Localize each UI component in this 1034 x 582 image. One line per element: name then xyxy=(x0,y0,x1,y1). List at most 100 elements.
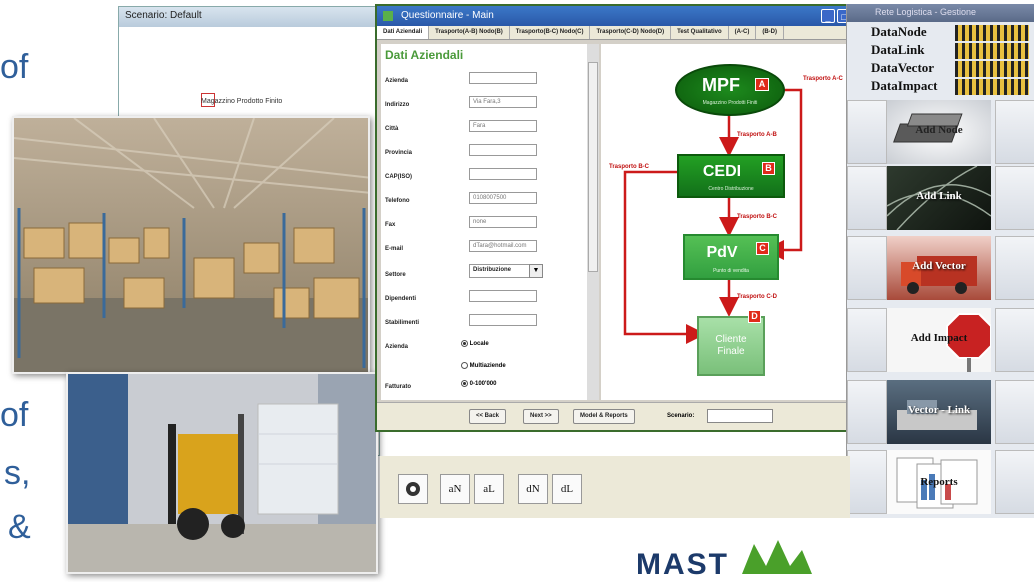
node-cedi[interactable]: CEDI B Centro Distribuzione xyxy=(677,154,785,198)
tab-test-qualitativo[interactable]: Test Qualitativo xyxy=(671,26,729,39)
field-label: Città xyxy=(385,126,399,132)
field-cap[interactable] xyxy=(469,168,537,180)
questionnaire-tabs: Dati Aziendali Trasporto(A-B) Nodo(B) Tr… xyxy=(377,26,871,40)
field-telefono[interactable]: 0108007500 xyxy=(469,192,537,204)
field-label: E-mail xyxy=(385,246,404,252)
next-button[interactable]: Next >> xyxy=(523,409,559,424)
slide-text-of-2: of xyxy=(0,396,29,434)
settore-select[interactable]: Distribuzione xyxy=(469,264,537,278)
field-email[interactable]: dTara@hotmail.com xyxy=(469,240,537,252)
app-icon xyxy=(383,11,393,21)
tab-bd[interactable]: (B-D) xyxy=(756,26,785,39)
add-impact-label: Add Impact xyxy=(910,332,968,344)
data-node-label[interactable]: DataNode xyxy=(871,24,927,40)
radio-selected-icon xyxy=(461,380,468,387)
side-panel xyxy=(847,100,887,164)
form-area: Dati Aziendali Azienda Indirizzo Via Far… xyxy=(381,44,587,400)
field-label: Indirizzo xyxy=(385,102,410,108)
node-badge-b: B xyxy=(762,162,775,175)
field-citta[interactable]: Fara xyxy=(469,120,537,132)
add-impact-button[interactable]: Add Impact xyxy=(887,308,991,372)
tab-ac[interactable]: (A-C) xyxy=(729,26,757,39)
delete-link-tool-button[interactable]: dL xyxy=(552,474,582,504)
side-panel xyxy=(847,380,887,444)
minimize-icon[interactable]: _ xyxy=(821,9,835,23)
field-label: Dipendenti xyxy=(385,296,416,302)
add-link-tool-button[interactable]: aL xyxy=(474,474,504,504)
node-pdv-subtitle: Punto di vendita xyxy=(713,268,749,274)
vector-link-button[interactable]: Vector - Link xyxy=(887,380,991,444)
toolbar-strip: aN aL dN dL xyxy=(380,456,850,518)
field-label: Provincia xyxy=(385,150,413,156)
node-pdv[interactable]: PdV C Punto di vendita xyxy=(683,234,779,280)
side-panel xyxy=(847,236,887,300)
chevron-down-icon[interactable]: ▼ xyxy=(529,264,543,278)
back-button[interactable]: << Back xyxy=(469,409,507,424)
scrollbar-thumb[interactable] xyxy=(588,62,598,272)
tab-trasporto-cd[interactable]: Trasporto(C-D) Nodo(D) xyxy=(590,26,672,39)
scenario-node-label: Magazzino Prodotto Finito xyxy=(201,98,283,105)
node-cliente-title: Cliente Finale xyxy=(715,334,747,357)
delete-node-tool-button[interactable]: dN xyxy=(518,474,548,504)
reports-button[interactable]: Reports xyxy=(887,450,991,514)
side-panel xyxy=(995,450,1034,514)
link-label-bd: Trasporto B-C xyxy=(609,164,650,170)
add-node-tool-button[interactable]: aN xyxy=(440,474,470,504)
questionnaire-titlebar[interactable]: Questionnaire - Main _ □ × xyxy=(377,6,871,26)
node-cliente-finale[interactable]: Cliente Finale D xyxy=(697,310,765,376)
logistics-window: Rete Logistica - Gestione DataNode DataL… xyxy=(846,4,1034,518)
datanode-books-icon xyxy=(955,25,1029,41)
radio-selected-icon xyxy=(461,340,468,347)
radio-group-label: Azienda xyxy=(385,344,409,350)
datavector-books-icon xyxy=(955,61,1029,77)
node-mpf-subtitle: Magazzino Prodotti Finiti xyxy=(702,100,758,106)
fatturato-value: 0-100'000 xyxy=(469,381,497,388)
radio-locale-label: Locale xyxy=(469,341,489,348)
dataimpact-books-icon xyxy=(955,79,1029,95)
camera-icon-button[interactable] xyxy=(398,474,428,504)
model-reports-button[interactable]: Model & Reports xyxy=(573,409,635,424)
link-label-bc: Trasporto B-C xyxy=(737,214,778,220)
link-label-ac: Trasporto A-C xyxy=(803,76,843,82)
field-stabilimenti[interactable] xyxy=(469,314,537,326)
supply-chain-diagram: Trasporto A-B Trasporto B-C Trasporto C-… xyxy=(601,44,869,400)
form-scrollbar[interactable] xyxy=(587,44,599,400)
add-link-button[interactable]: Add Link xyxy=(887,166,991,230)
field-fax[interactable]: none xyxy=(469,216,537,228)
logistics-title: Rete Logistica - Gestione xyxy=(875,7,977,17)
data-impact-label[interactable]: DataImpact xyxy=(871,78,937,94)
node-mpf-title: MPF xyxy=(702,75,740,95)
form-heading: Dati Aziendali xyxy=(385,48,464,62)
node-pdv-title: PdV xyxy=(706,244,738,261)
node-badge-a: A xyxy=(755,78,769,91)
side-panel xyxy=(995,166,1034,230)
field-dipendenti[interactable] xyxy=(469,290,537,302)
warehouse-shelves-photo xyxy=(12,116,370,374)
node-mpf[interactable]: MPF A Magazzino Prodotti Finiti xyxy=(675,64,785,116)
data-vector-label[interactable]: DataVector xyxy=(871,60,934,76)
tab-trasporto-bc[interactable]: Trasporto(B-C) Nodo(C) xyxy=(510,26,591,39)
side-panel xyxy=(995,308,1034,372)
radio-locale[interactable]: Locale xyxy=(461,340,489,347)
add-vector-button[interactable]: Add Vector xyxy=(887,236,991,300)
scenario-titlebar[interactable]: Scenario: Default xyxy=(119,7,379,27)
field-provincia[interactable] xyxy=(469,144,537,156)
questionnaire-bottom-bar: << Back Next >> Model & Reports Scenario… xyxy=(377,402,871,430)
radio-fatturato[interactable]: 0-100'000 xyxy=(461,380,496,387)
field-label: Stabilimenti xyxy=(385,320,420,326)
questionnaire-title: Questionnaire - Main xyxy=(401,10,494,21)
add-node-button[interactable]: Add Node xyxy=(887,100,991,164)
tab-trasporto-ab[interactable]: Trasporto(A-B) Nodo(B) xyxy=(429,26,510,39)
field-azienda[interactable] xyxy=(469,72,537,84)
field-label: Fax xyxy=(385,222,396,228)
link-label-ab: Trasporto A-B xyxy=(737,132,777,138)
logistics-titlebar[interactable]: Rete Logistica - Gestione xyxy=(847,4,1034,22)
tab-dati-aziendali[interactable]: Dati Aziendali xyxy=(377,26,430,39)
node-badge-d: D xyxy=(748,310,761,323)
data-link-label[interactable]: DataLink xyxy=(871,42,924,58)
scenario-input[interactable] xyxy=(707,409,773,423)
radio-multiaziende[interactable]: Multiaziende xyxy=(461,362,506,369)
datalink-books-icon xyxy=(955,43,1029,59)
scenario-title: Scenario: Default xyxy=(125,10,202,21)
field-indirizzo[interactable]: Via Fara,3 xyxy=(469,96,537,108)
